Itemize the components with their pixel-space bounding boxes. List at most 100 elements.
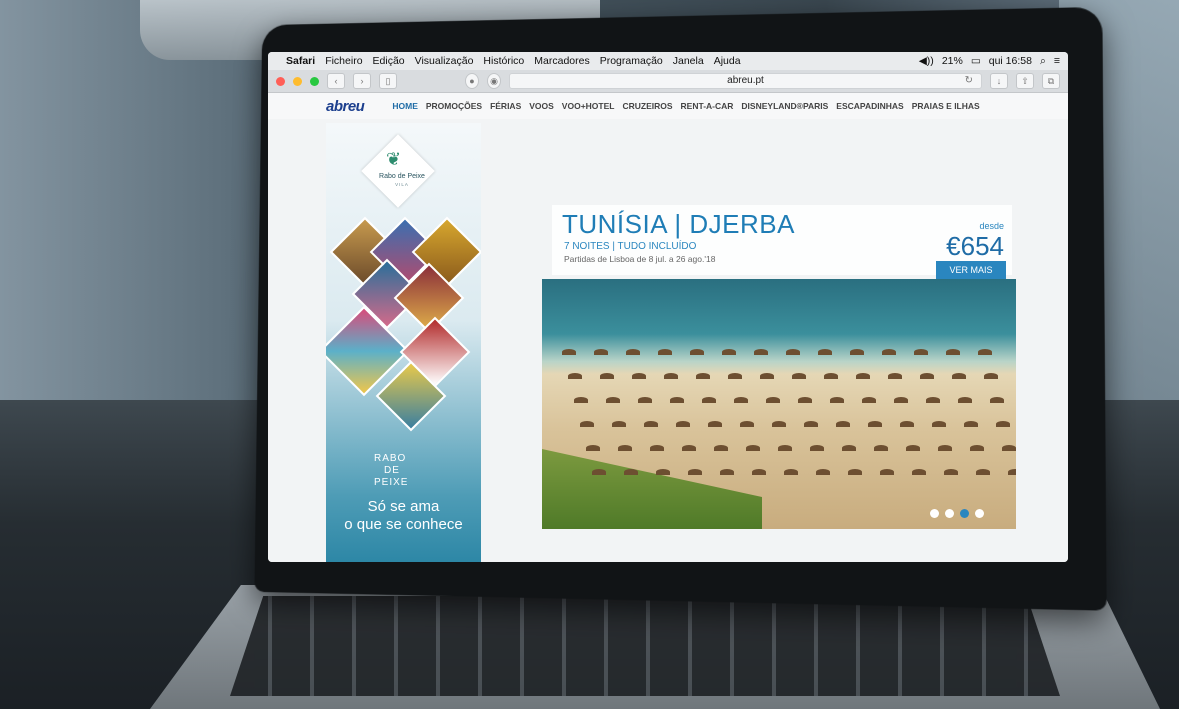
photo-grass (542, 449, 762, 529)
safari-toolbar: ‹ › ▯ ● ◉ abreu.pt ↻ ↓ ⇧ ⧉ (268, 70, 1068, 93)
sidebar-icon[interactable]: ▯ (379, 73, 397, 89)
umbrella-shape (690, 349, 704, 355)
carousel-dot-2[interactable] (945, 509, 954, 518)
umbrella-shape (658, 349, 672, 355)
shield-extension-icon[interactable]: ● (465, 73, 479, 89)
menu-ficheiro[interactable]: Ficheiro (325, 55, 362, 67)
umbrella-shape (624, 469, 638, 475)
umbrella-shape (810, 445, 824, 451)
menu-app-name[interactable]: Safari (286, 55, 315, 67)
umbrella-shape (920, 373, 934, 379)
battery-percent[interactable]: 21% (942, 55, 963, 67)
tabs-overview-icon[interactable]: ⧉ (1042, 73, 1060, 89)
umbrella-shape (836, 421, 850, 427)
ad-title-line: PEIXE (374, 477, 409, 488)
umbrella-shape (984, 373, 998, 379)
umbrella-shape (618, 445, 632, 451)
umbrella-shape (824, 373, 838, 379)
ad-emblem-frame (361, 134, 435, 208)
carousel-dot-4[interactable] (975, 509, 984, 518)
page-content: ❦ Rabo de Peixe VILA RABO DE PEIXE Só se… (268, 119, 1068, 562)
nav-escapadinhas[interactable]: ESCAPADINHAS (836, 101, 903, 111)
umbrella-shape (632, 373, 646, 379)
nav-disneyland-paris[interactable]: DISNEYLAND®PARIS (741, 101, 828, 111)
ad-rabo-title: RABO DE PEIXE (374, 453, 408, 489)
nav-voos[interactable]: VOOS (529, 101, 554, 111)
menu-ajuda[interactable]: Ajuda (714, 55, 741, 67)
umbrella-shape (754, 349, 768, 355)
ad-slogan-line: o que se conhece (344, 516, 463, 533)
laptop-keyboard (230, 596, 1060, 696)
back-arrow-icon[interactable]: ‹ (327, 73, 345, 89)
umbrella-shape (786, 349, 800, 355)
umbrella-shape (688, 469, 702, 475)
share-icon[interactable]: ⇧ (1016, 73, 1034, 89)
reload-icon[interactable]: ↻ (965, 74, 973, 88)
forward-arrow-icon[interactable]: › (353, 73, 371, 89)
promo-subtitle: 7 NOITES | TUDO INCLUÍDO (564, 241, 697, 252)
site-logo[interactable]: abreu (326, 98, 365, 115)
umbrella-shape (568, 373, 582, 379)
umbrella-shape (778, 445, 792, 451)
umbrella-shape (612, 421, 626, 427)
umbrella-shape (792, 373, 806, 379)
umbrella-shape (894, 397, 908, 403)
ad-brand-sub: VILA (395, 182, 409, 187)
nav-voo-hotel[interactable]: VOO+HOTEL (562, 101, 615, 111)
nav-home[interactable]: HOME (392, 101, 418, 111)
umbrella-shape (906, 445, 920, 451)
umbrella-shape (752, 469, 766, 475)
minimize-window-button[interactable] (293, 76, 302, 86)
umbrella-shape (868, 421, 882, 427)
zoom-window-button[interactable] (310, 76, 319, 86)
spotlight-search-icon[interactable]: ⌕ (1040, 55, 1046, 68)
umbrella-shape (874, 445, 888, 451)
nav-ferias[interactable]: FÉRIAS (490, 101, 521, 111)
nav-cruzeiros[interactable]: CRUZEIROS (622, 101, 672, 111)
menu-janela[interactable]: Janela (673, 55, 704, 67)
carousel-dot-3[interactable] (960, 509, 969, 518)
umbrella-shape (976, 469, 990, 475)
notification-list-icon[interactable]: ≡ (1054, 55, 1060, 67)
umbrella-shape (912, 469, 926, 475)
umbrella-shape (900, 421, 914, 427)
laptop-screen: Safari Ficheiro Edição Visualização Hist… (268, 52, 1068, 562)
menu-historico[interactable]: Histórico (483, 55, 524, 67)
umbrella-shape (970, 445, 984, 451)
umbrella-shape (580, 421, 594, 427)
address-url: abreu.pt (727, 75, 764, 86)
extension-icon[interactable]: ◉ (487, 73, 501, 89)
umbrella-shape (664, 373, 678, 379)
volume-icon[interactable]: ◀)) (919, 55, 934, 67)
umbrella-shape (760, 373, 774, 379)
umbrella-shape (926, 397, 940, 403)
battery-icon: ▭ (970, 55, 981, 67)
menu-programacao[interactable]: Programação (600, 55, 663, 67)
umbrella-shape (586, 445, 600, 451)
umbrella-shape (958, 397, 972, 403)
hero-beach-photo[interactable] (542, 279, 1016, 529)
umbrella-shape (804, 421, 818, 427)
menu-marcadores[interactable]: Marcadores (534, 55, 589, 67)
umbrella-shape (952, 373, 966, 379)
umbrella-shape (644, 421, 658, 427)
carousel-dot-1[interactable] (930, 509, 939, 518)
promo-title: TUNÍSIA | DJERBA (562, 209, 795, 239)
nav-rent-a-car[interactable]: RENT-A-CAR (681, 101, 734, 111)
clock[interactable]: qui 16:58 (989, 55, 1032, 67)
nav-promocoes[interactable]: PROMOÇÕES (426, 101, 482, 111)
umbrella-shape (978, 349, 992, 355)
downloads-icon[interactable]: ↓ (990, 73, 1008, 89)
menu-edicao[interactable]: Edição (373, 55, 405, 67)
menu-visualizacao[interactable]: Visualização (415, 55, 474, 67)
umbrella-shape (932, 421, 946, 427)
close-window-button[interactable] (276, 76, 285, 86)
ver-mais-button[interactable]: VER MAIS (936, 261, 1006, 279)
umbrella-shape (606, 397, 620, 403)
ad-title-line: DE (384, 465, 400, 476)
umbrella-shape (772, 421, 786, 427)
sidebar-ad-banner[interactable]: ❦ Rabo de Peixe VILA RABO DE PEIXE Só se… (326, 123, 481, 562)
umbrella-shape (996, 421, 1010, 427)
nav-praias-e-ilhas[interactable]: PRAIAS E ILHAS (912, 101, 980, 111)
address-bar[interactable]: abreu.pt ↻ (509, 73, 982, 89)
